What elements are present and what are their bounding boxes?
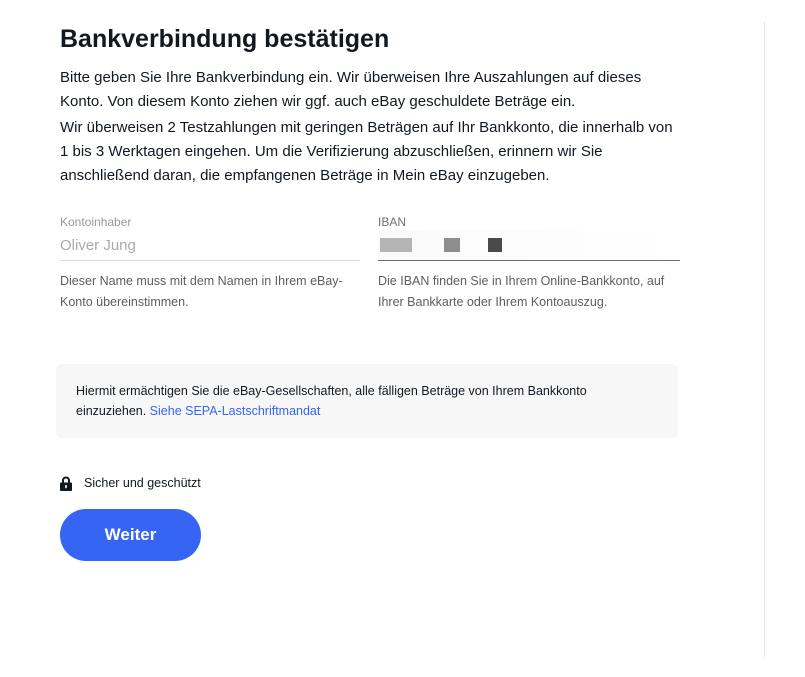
account-holder-input[interactable]: Oliver Jung xyxy=(60,230,360,261)
column-divider xyxy=(764,22,765,657)
iban-masked-segment xyxy=(488,238,502,252)
lock-icon xyxy=(60,476,72,491)
account-holder-help: Dieser Name muss mit dem Namen in Ihrem … xyxy=(60,274,343,309)
security-note: Sicher und geschützt xyxy=(60,474,680,492)
iban-label: IBAN xyxy=(378,215,407,229)
security-label: Sicher und geschützt xyxy=(84,476,201,490)
sepa-mandate-notice: Hiermit ermächtigen Sie die eBay-Gesells… xyxy=(56,364,678,438)
iban-input[interactable] xyxy=(378,230,680,261)
bank-verification-form: Bankverbindung bestätigen Bitte geben Si… xyxy=(56,22,680,561)
page-title: Bankverbindung bestätigen xyxy=(60,25,390,53)
continue-button[interactable]: Weiter xyxy=(60,509,201,561)
page: Bankverbindung bestätigen Bitte geben Si… xyxy=(0,0,805,677)
intro-paragraph-test-payments: Wir überweisen 2 Testzahlungen mit gerin… xyxy=(60,119,673,184)
iban-masked-segment xyxy=(444,238,460,252)
iban-masked-segment xyxy=(380,238,412,252)
account-holder-label: Kontoinhaber xyxy=(60,215,132,229)
intro-paragraph-payouts: Bitte geben Sie Ihre Bankverbindung ein.… xyxy=(60,69,642,110)
iban-help: Die IBAN finden Sie in Ihrem Online-Bank… xyxy=(378,274,665,309)
iban-field: IBAN Die IBAN finden Sie in Ihrem Online… xyxy=(378,214,680,313)
bank-fields: Kontoinhaber Oliver Jung Dieser Name mus… xyxy=(60,214,680,342)
account-holder-field: Kontoinhaber Oliver Jung Dieser Name mus… xyxy=(60,214,360,313)
sepa-mandate-link[interactable]: Siehe SEPA-Lastschriftmandat xyxy=(150,404,321,418)
account-holder-value: Oliver Jung xyxy=(60,236,136,254)
